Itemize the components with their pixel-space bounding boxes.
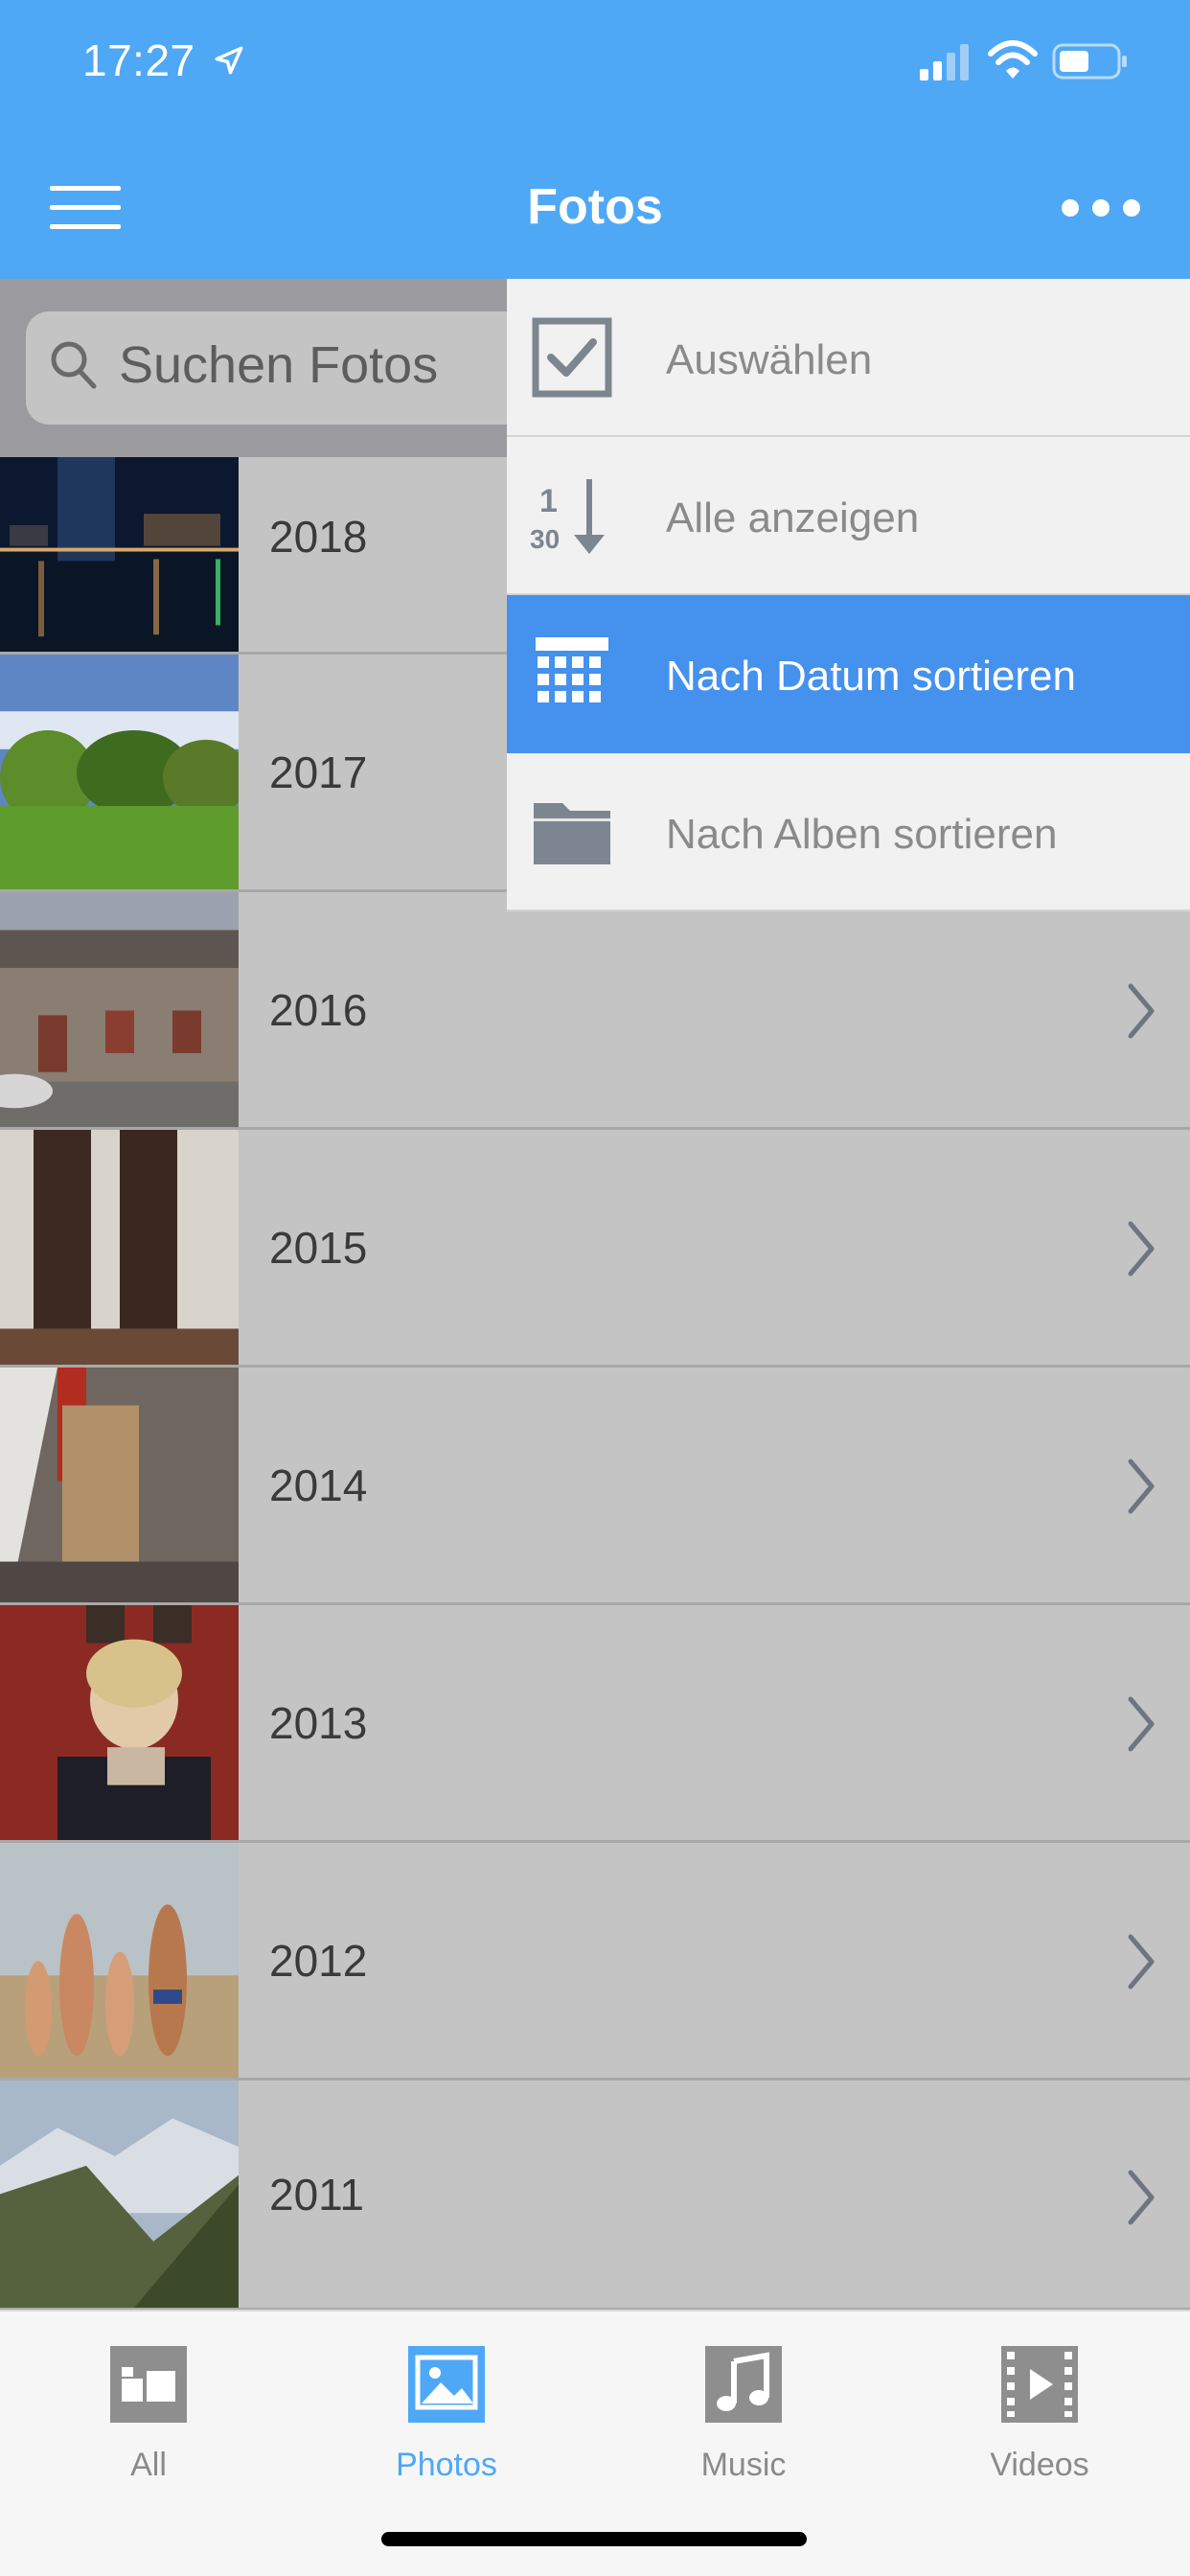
thumbnail-night-city [0, 457, 239, 652]
tab-all[interactable]: All [53, 2331, 244, 2484]
list-item[interactable]: 2016 [0, 892, 1190, 1130]
list-item[interactable]: 2012 [0, 1843, 1190, 2081]
menu-item-show-all[interactable]: 1 30 Alle anzeigen [507, 437, 1190, 595]
thumbnail-old-building [0, 892, 239, 1127]
year-label: 2012 [269, 1936, 368, 1986]
thumbnail-portrait [0, 1605, 239, 1840]
tab-videos[interactable]: Videos [944, 2331, 1135, 2484]
status-time: 17:27 [82, 35, 195, 85]
year-label: 2016 [269, 985, 368, 1035]
year-label: 2017 [269, 748, 368, 797]
menu-item-sort-by-date[interactable]: Nach Datum sortieren [507, 595, 1190, 753]
home-indicator [381, 2532, 807, 2546]
tab-label: Photos [396, 2447, 497, 2483]
thumbnail-speakers [0, 1130, 239, 1365]
photo-icon [408, 2346, 485, 2423]
svg-text:1: 1 [539, 483, 558, 519]
calendar-icon [536, 637, 608, 702]
menu-item-label: Alle anzeigen [666, 494, 920, 541]
tab-label: Music [700, 2447, 787, 2483]
menu-item-label: Nach Datum sortieren [666, 653, 1076, 700]
menu-item-label: Auswählen [666, 336, 873, 383]
cellular-signal-icon [920, 44, 969, 80]
chevron-right-icon [1128, 1459, 1155, 1514]
page-title: Fotos [527, 179, 663, 235]
list-item[interactable]: 2014 [0, 1368, 1190, 1605]
wifi-icon [988, 40, 1038, 79]
tab-photos[interactable]: Photos [351, 2331, 542, 2484]
chevron-right-icon [1128, 2170, 1155, 2225]
tab-label: All [130, 2447, 167, 2483]
thumbnail-beach-family [0, 1843, 239, 2078]
list-item[interactable]: 2015 [0, 1130, 1190, 1368]
more-options-icon[interactable] [1062, 199, 1142, 218]
year-label: 2015 [269, 1223, 368, 1273]
year-label: 2011 [269, 2170, 364, 2220]
options-menu: Auswählen 1 30 Alle anzeigen Nach Datum … [507, 279, 1190, 911]
video-icon [1001, 2346, 1078, 2423]
menu-item-select[interactable]: Auswählen [507, 279, 1190, 437]
menu-item-sort-by-album[interactable]: Nach Alben sortieren [507, 753, 1190, 911]
tab-music[interactable]: Music [648, 2331, 839, 2484]
chevron-right-icon [1128, 983, 1155, 1039]
list-item[interactable]: 2011 [0, 2081, 1190, 2311]
all-icon [110, 2346, 187, 2423]
sort-1-30-icon: 1 30 [530, 479, 605, 554]
top-bar: 17:27 Fotos [0, 0, 1190, 279]
chevron-right-icon [1128, 1696, 1155, 1752]
year-label: 2018 [269, 512, 368, 562]
search-icon [51, 341, 97, 389]
location-arrow-icon [215, 46, 243, 75]
music-icon [705, 2346, 782, 2423]
thumbnail-box [0, 1368, 239, 1602]
svg-text:30: 30 [530, 524, 560, 554]
checkbox-icon [532, 317, 612, 398]
year-label: 2013 [269, 1698, 368, 1748]
list-item[interactable]: 2013 [0, 1605, 1190, 1843]
thumbnail-mountains [0, 2081, 239, 2308]
folder-icon [534, 803, 610, 864]
year-label: 2014 [269, 1460, 368, 1510]
search-placeholder: Suchen Fotos [119, 336, 439, 394]
chevron-right-icon [1128, 1221, 1155, 1276]
chevron-right-icon [1128, 1934, 1155, 1990]
tab-label: Videos [990, 2447, 1089, 2483]
thumbnail-park [0, 655, 239, 889]
battery-icon [1052, 43, 1127, 80]
menu-item-label: Nach Alben sortieren [666, 811, 1058, 858]
